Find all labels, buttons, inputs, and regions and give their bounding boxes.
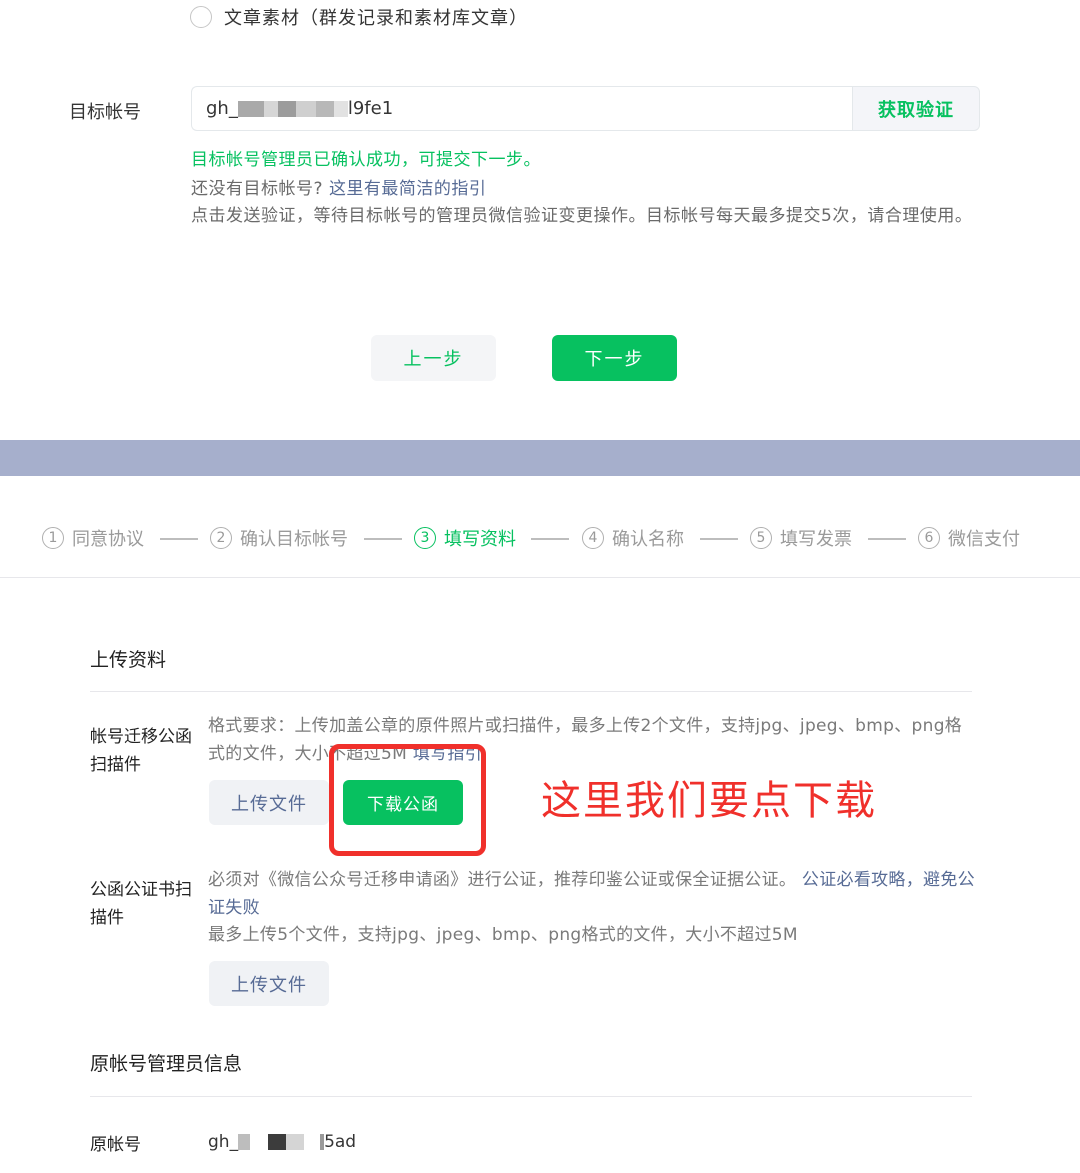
step-5: 5 填写发票 [750, 525, 852, 551]
step-number: 2 [210, 527, 232, 549]
verification-description: 点击发送验证，等待目标帐号的管理员微信验证变更操作。目标帐号每天最多提交5次，请… [191, 206, 973, 226]
article-material-option[interactable]: 文章素材（群发记录和素材库文章） [190, 4, 528, 30]
step-number: 5 [750, 527, 772, 549]
confirm-success-message: 目标帐号管理员已确认成功，可提交下一步。 [191, 150, 541, 170]
redaction-mask [237, 100, 348, 117]
step-connector [700, 538, 738, 540]
step-label: 填写发票 [780, 529, 852, 550]
step-2: 2 确认目标帐号 [210, 525, 348, 551]
step-connector [364, 538, 402, 540]
orig-account-suffix: 5ad [324, 1132, 357, 1152]
radio-button[interactable] [190, 6, 212, 28]
original-account-label: 原帐号 [90, 1135, 141, 1155]
section-divider [90, 691, 972, 692]
step-connector [868, 538, 906, 540]
account-prefix: gh_ [206, 98, 238, 119]
get-verification-button[interactable]: 获取验证 [852, 86, 980, 131]
no-account-question: 还没有目标帐号? [191, 179, 324, 199]
notarization-requirements: 必须对《微信公众号迁移申请函》进行公证，推荐印鉴公证或保全证据公证。 公证必看攻… [208, 866, 978, 922]
orig-account-prefix: gh_ [208, 1132, 239, 1152]
step-number: 3 [414, 527, 436, 549]
step-label: 确认目标帐号 [240, 529, 348, 550]
progress-stepper: 1 同意协议 2 确认目标帐号 3 填写资料 4 确认名称 5 填写发票 6 微… [0, 476, 1080, 578]
upload-notarization-button[interactable]: 上传文件 [209, 961, 329, 1006]
step-label: 填写资料 [444, 529, 516, 550]
section-divider [90, 1096, 972, 1097]
target-account-input[interactable]: gh_ l9fe1 [191, 86, 853, 131]
target-account-panel: 文章素材（群发记录和素材库文章） 目标帐号 gh_ l9fe1 获取验证 目标帐… [0, 0, 1080, 440]
step-number: 6 [918, 527, 940, 549]
migration-letter-requirements: 格式要求：上传加盖公章的原件照片或扫描件，最多上传2个文件，支持jpg、jpeg… [208, 712, 978, 768]
step-label: 同意协议 [72, 529, 144, 550]
next-step-button[interactable]: 下一步 [552, 335, 677, 381]
step-number: 4 [582, 527, 604, 549]
radio-label: 文章素材（群发记录和素材库文章） [224, 8, 528, 29]
step-1: 1 同意协议 [42, 525, 144, 551]
notarization-label: 公函公证书扫描件 [90, 880, 192, 928]
annotation-note: 这里我们要点下载 [541, 778, 877, 824]
screenshot-divider [0, 440, 1080, 476]
migration-letter-label: 帐号迁移公函扫描件 [90, 727, 192, 775]
original-account-value: gh_ 5ad [208, 1132, 356, 1152]
step-label: 确认名称 [612, 529, 684, 550]
format-requirements: 格式要求：上传加盖公章的原件照片或扫描件，最多上传2个文件，支持jpg、jpeg… [208, 716, 963, 764]
guide-link[interactable]: 这里有最简洁的指引 [329, 179, 487, 199]
step-4: 4 确认名称 [582, 525, 684, 551]
notarization-format-requirements: 最多上传5个文件，支持jpg、jpeg、bmp、png格式的文件，大小不超过5M [208, 925, 798, 945]
download-letter-button[interactable]: 下载公函 [343, 780, 463, 825]
upload-section-title: 上传资料 [90, 649, 167, 671]
step-6: 6 微信支付 [918, 525, 1020, 551]
step-3: 3 填写资料 [414, 525, 516, 551]
notarization-instructions: 必须对《微信公众号迁移申请函》进行公证，推荐印鉴公证或保全证据公证。 [208, 870, 797, 890]
step-number: 1 [42, 527, 64, 549]
upload-file-button[interactable]: 上传文件 [209, 780, 329, 825]
no-account-hint: 还没有目标帐号? 这里有最简洁的指引 [191, 174, 486, 199]
account-suffix: l9fe1 [347, 98, 394, 119]
step-label: 微信支付 [948, 529, 1020, 550]
step-connector [531, 538, 569, 540]
admin-section-title: 原帐号管理员信息 [90, 1053, 243, 1075]
step-connector [160, 538, 198, 540]
previous-step-button[interactable]: 上一步 [371, 335, 496, 381]
target-account-label: 目标帐号 [69, 102, 141, 123]
redaction-mask [238, 1134, 325, 1150]
